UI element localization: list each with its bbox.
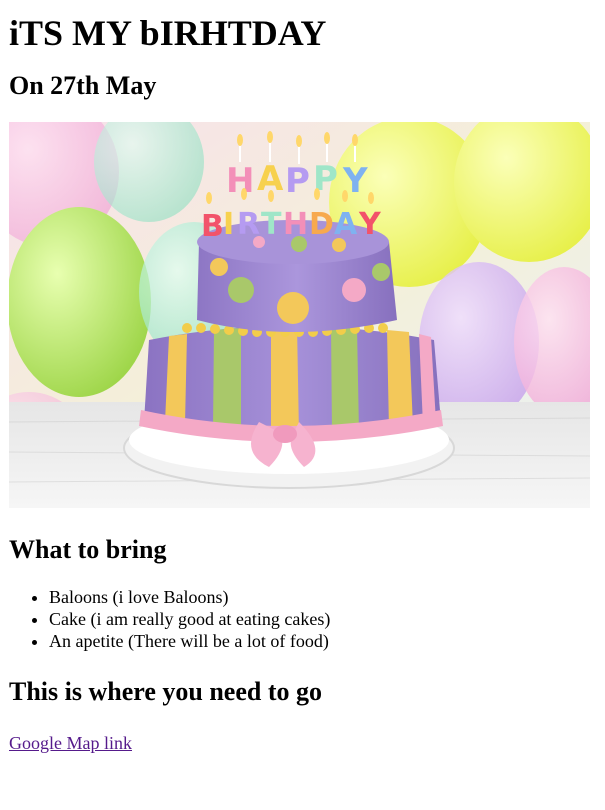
google-map-link[interactable]: Google Map link — [9, 732, 132, 754]
list-item: An apetite (There will be a lot of food) — [49, 630, 596, 652]
svg-text:H: H — [283, 207, 308, 242]
bring-list: Baloons (i love Baloons) Cake (i am real… — [9, 586, 596, 652]
svg-text:I: I — [223, 207, 234, 242]
event-date: On 27th May — [9, 71, 157, 100]
svg-text:B: B — [201, 209, 224, 244]
svg-text:Y: Y — [358, 207, 382, 242]
svg-text:A: A — [334, 207, 358, 242]
svg-text:P: P — [285, 161, 310, 201]
list-item: Cake (i am really good at eating cakes) — [49, 608, 596, 630]
svg-text:H: H — [226, 161, 254, 201]
svg-text:T: T — [261, 207, 282, 242]
svg-text:R: R — [237, 207, 260, 242]
page: iTS MY bIRHTDAY On 27th May H A P P Y B … — [0, 12, 605, 754]
page-title: iTS MY bIRHTDAY — [9, 13, 327, 53]
birthday-cake-image: H A P P Y B I R T H D A Y — [9, 122, 590, 508]
svg-text:D: D — [309, 207, 334, 242]
list-item: Baloons (i love Baloons) — [49, 586, 596, 608]
what-to-bring-heading: What to bring — [9, 535, 167, 564]
directions-heading: This is where you need to go — [9, 677, 322, 706]
